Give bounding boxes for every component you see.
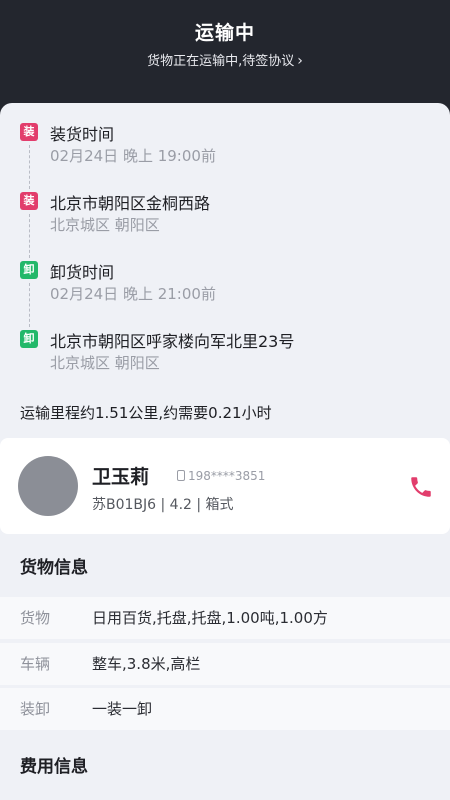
driver-phone-number: 198****3851 (188, 469, 266, 483)
route-connector (29, 283, 30, 327)
vehicle-info: 苏B01BJ6 | 4.2 | 箱式 (92, 497, 234, 513)
agreement-link[interactable]: 货物正在运输中,待签协议 › (0, 50, 450, 69)
row-key: 货物 (20, 609, 51, 627)
chevron-right-icon: › (297, 53, 303, 69)
load-badge: 装 (20, 192, 38, 210)
stop-label: 卸货时间 (50, 263, 115, 282)
cargo-row-handling: 装卸 一装一卸 (0, 688, 450, 730)
distance-summary: 运输里程约1.51公里,约需要0.21小时 (20, 404, 272, 422)
row-value: 日用百货,托盘,托盘,1.00吨,1.00方 (92, 609, 328, 627)
stop-district: 北京城区 朝阳区 (50, 216, 160, 234)
stop-address: 北京市朝阳区呼家楼向军北里23号 (50, 332, 295, 351)
cargo-row-vehicle: 车辆 整车,3.8米,高栏 (0, 643, 450, 685)
stop-district: 北京城区 朝阳区 (50, 354, 160, 372)
route-connector (29, 145, 30, 189)
row-key: 车辆 (20, 655, 51, 673)
stop-detail: 02月24日 晚上 21:00前 (50, 285, 216, 303)
call-icon[interactable] (408, 474, 434, 500)
stop-address: 北京市朝阳区金桐西路 (50, 194, 211, 213)
driver-phone: 198****3851 (177, 469, 265, 483)
cargo-section-title: 货物信息 (20, 558, 88, 578)
page-title: 运输中 (194, 22, 255, 44)
load-badge: 装 (20, 123, 38, 141)
row-value: 整车,3.8米,高栏 (92, 655, 201, 673)
status-header: 运输中 货物正在运输中,待签协议 › (0, 0, 450, 120)
avatar (18, 456, 78, 516)
phone-icon (177, 470, 185, 481)
row-value: 一装一卸 (92, 700, 153, 718)
status-subtitle: 货物正在运输中,待签协议 (147, 54, 295, 69)
route-card: 装 装货时间 02月24日 晚上 19:00前 装 北京市朝阳区金桐西路 北京城… (0, 103, 450, 433)
unload-badge: 卸 (20, 261, 38, 279)
cargo-row-goods: 货物 日用百货,托盘,托盘,1.00吨,1.00方 (0, 597, 450, 639)
unload-badge: 卸 (20, 330, 38, 348)
stop-label: 装货时间 (50, 125, 115, 144)
fees-section-title: 费用信息 (20, 757, 88, 777)
route-connector (29, 214, 30, 258)
driver-card: 卫玉莉 198****3851 苏B01BJ6 | 4.2 | 箱式 (0, 438, 450, 534)
driver-name: 卫玉莉 (92, 466, 150, 488)
stop-detail: 02月24日 晚上 19:00前 (50, 147, 216, 165)
row-key: 装卸 (20, 700, 51, 718)
